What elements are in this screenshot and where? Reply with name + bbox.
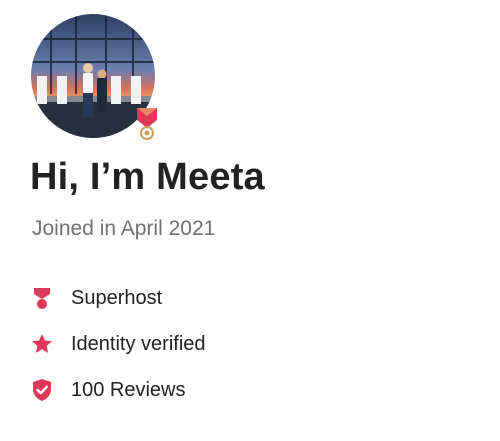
badge-identity-verified: Identity verified: [29, 330, 206, 358]
shield-check-icon: [29, 377, 55, 403]
profile-greeting-title: Hi, I’m Meeta: [30, 156, 265, 198]
badge-label[interactable]: 100 Reviews: [71, 379, 186, 402]
badge-reviews[interactable]: 100 Reviews: [29, 376, 186, 404]
superhost-avatar-badge: [133, 106, 161, 142]
superhost-icon: [29, 285, 55, 311]
profile-joined-date: Joined in April 2021: [32, 217, 216, 240]
status-bar: [0, 0, 500, 8]
badge-superhost: Superhost: [29, 284, 162, 312]
badge-label: Identity verified: [71, 332, 206, 355]
profile-avatar-container: [31, 14, 157, 140]
badge-label: Superhost: [71, 286, 163, 309]
star-icon: [29, 331, 55, 357]
superhost-medal-icon: [137, 108, 157, 140]
